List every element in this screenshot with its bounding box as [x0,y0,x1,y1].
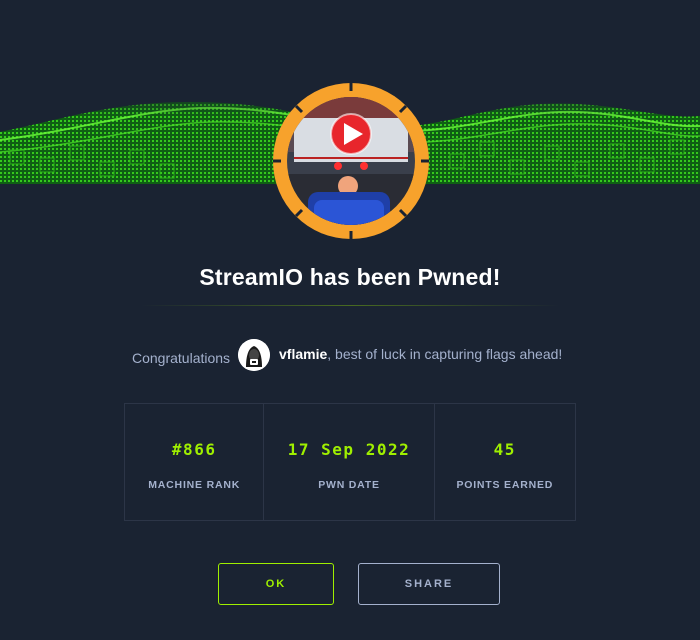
stat-machine-rank: #866 MACHINE RANK [125,404,263,520]
user-message-suffix: , best of luck in capturing flags ahead! [327,346,563,362]
machine-rank-label: MACHINE RANK [148,479,241,491]
congrats-row: Congratulations vflamie, best of luck in… [0,339,700,371]
share-button[interactable]: SHARE [358,563,500,605]
machine-rank-value: #866 [171,440,217,459]
stat-points-earned: 45 POINTS EARNED [433,404,575,520]
username-link[interactable]: vflamie [279,346,327,362]
points-earned-value: 45 [493,440,516,459]
pwned-modal: StreamIO has been Pwned! Congratulations… [0,0,700,640]
points-earned-label: POINTS EARNED [456,479,554,491]
pwn-date-value: 17 Sep 2022 [287,440,411,459]
stats-panel: #866 MACHINE RANK 17 Sep 2022 PWN DATE 4… [124,403,576,521]
modal-title: StreamIO has been Pwned! [199,264,501,290]
pwn-date-label: PWN DATE [318,479,380,491]
ok-button[interactable]: OK [218,563,334,605]
user-message: vflamie, best of luck in capturing flags… [279,346,562,362]
hacker-avatar-icon [238,339,270,371]
stat-pwn-date: 17 Sep 2022 PWN DATE [263,404,433,520]
machine-badge-icon [272,82,430,240]
title-divider [140,305,560,306]
congrats-label: Congratulations [132,350,231,366]
